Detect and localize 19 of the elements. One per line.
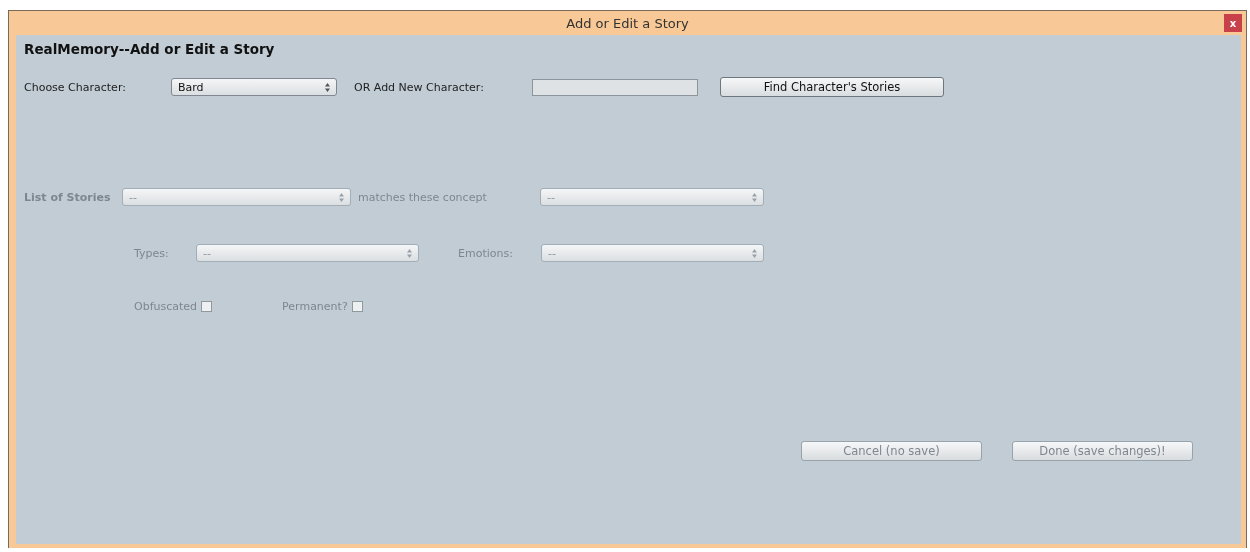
field-label: Types: bbox=[134, 246, 170, 260]
field-label: Emotions: bbox=[458, 246, 514, 260]
spinner-arrows-icon bbox=[752, 248, 757, 258]
find-stories-button[interactable]: Find Character's Stories bbox=[720, 77, 944, 97]
close-button[interactable]: x bbox=[1224, 14, 1242, 32]
checkbox-label: Obfuscated bbox=[134, 299, 198, 313]
window-title: Add or Edit a Story bbox=[566, 15, 689, 31]
spinner-arrows-icon bbox=[339, 192, 344, 202]
spinner-arrows-icon bbox=[752, 192, 757, 202]
dropdown[interactable]: Bard bbox=[171, 78, 337, 96]
field-label: List of Stories bbox=[24, 190, 112, 204]
field-label: matches these concept bbox=[358, 190, 488, 204]
input-field[interactable] bbox=[532, 78, 698, 96]
spinner-arrows-icon bbox=[407, 248, 412, 258]
field-label: OR Add New Character: bbox=[354, 80, 485, 94]
form-heading: RealMemory--Add or Edit a Story bbox=[24, 41, 276, 57]
spinner-arrows-icon bbox=[325, 82, 330, 92]
field-label: Choose Character: bbox=[24, 80, 127, 94]
checkbox-label: Permanent? bbox=[282, 299, 348, 313]
